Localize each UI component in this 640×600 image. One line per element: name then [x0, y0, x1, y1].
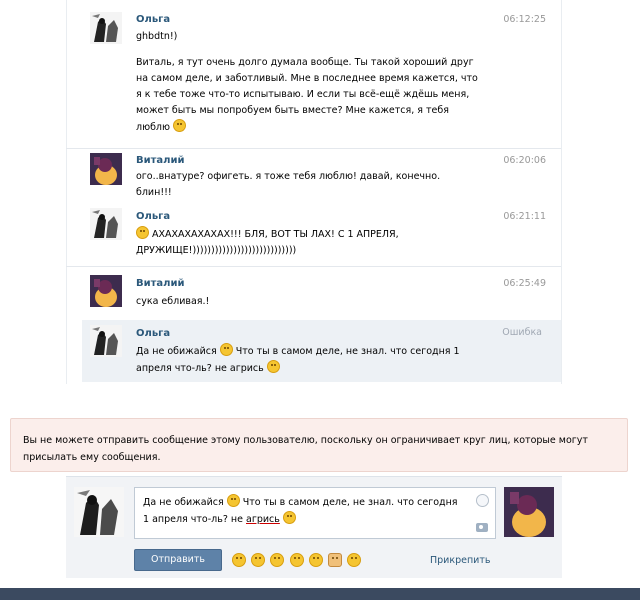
message-line: Что ты в самом деле, не знал. что сегодн… — [235, 346, 460, 357]
message-item: Ольга 06:12:25 ghbdtn!) Виталь, я тут оч… — [66, 0, 562, 148]
grin-emoji-icon[interactable] — [308, 553, 323, 567]
my-avatar[interactable] — [74, 487, 124, 537]
message-line: я к тебе тоже что-то испытываю. И если т… — [136, 89, 470, 100]
message-line: АХАХАХАХАХАХ!!! БЛЯ, ВОТ ТЫ ЛАХ! С 1 АПР… — [152, 229, 399, 240]
kiss-emoji-icon[interactable] — [347, 553, 362, 567]
compose-area: Да не обижайся Что ты в самом деле, не з… — [66, 476, 562, 578]
blush-emoji-icon — [173, 119, 187, 132]
laugh-emoji-icon — [136, 226, 149, 239]
author-name[interactable]: Виталий — [136, 155, 185, 166]
bottom-bar — [0, 588, 640, 600]
send-button[interactable]: Отправить — [134, 549, 222, 571]
message-time: 06:21:11 — [503, 211, 546, 222]
draft-text: Да не обижайся — [143, 497, 224, 508]
avatar-vitaly[interactable] — [90, 153, 122, 185]
message-line: Да не обижайся — [136, 346, 217, 357]
smile-emoji-icon — [219, 343, 233, 356]
smile-emoji-icon[interactable] — [232, 553, 246, 567]
quick-emoji-bar — [232, 553, 363, 569]
smiley-picker-icon[interactable] — [476, 494, 489, 507]
sad-emoji-icon[interactable] — [251, 553, 266, 567]
avatar-olga[interactable] — [90, 325, 122, 357]
message-line: может быть мы попробуем быть вместе? Мне… — [136, 105, 449, 116]
message-line: Виталь, я тут очень долго думала вообще.… — [136, 57, 474, 68]
message-thread: Ольга 06:12:25 ghbdtn!) Виталь, я тут оч… — [66, 0, 562, 384]
avatar-olga[interactable] — [90, 12, 122, 44]
send-restriction-notice: Вы не можете отправить сообщение этому п… — [10, 418, 628, 472]
smile-emoji-icon — [226, 494, 240, 507]
message-line: апреля что-ль? не агрись — [136, 363, 264, 374]
message-text: ого..внатуре? офигеть. я тоже тебя люблю… — [136, 169, 496, 201]
draft-text: Что ты в самом деле, не знал. что сегодн… — [242, 497, 458, 508]
author-name[interactable]: Виталий — [136, 278, 185, 289]
message-text: сука ебливая.! — [136, 294, 496, 310]
message-item: Виталий 06:25:49 сука ебливая.! — [66, 266, 562, 318]
message-time: 06:25:49 — [503, 278, 546, 289]
camera-icon[interactable] — [476, 523, 488, 532]
message-line: блин!!! — [136, 187, 172, 198]
author-name[interactable]: Ольга — [136, 211, 170, 222]
attach-link[interactable]: Прикрепить — [430, 555, 490, 566]
message-text: Да не обижайся Что ты в самом деле, не з… — [136, 343, 496, 377]
message-item: Ольга 06:21:11 АХАХАХАХАХАХ!!! БЛЯ, ВОТ … — [66, 204, 562, 266]
message-error-status: Ошибка — [502, 327, 542, 338]
message-line: ghbdtn!) — [136, 31, 178, 42]
message-line: на самом деле, и заботливый. Мне в после… — [136, 73, 478, 84]
avatar-olga[interactable] — [90, 208, 122, 240]
neutral-emoji-icon[interactable] — [289, 553, 304, 567]
message-input[interactable]: Да не обижайся Что ты в самом деле, не з… — [134, 487, 496, 539]
smile-emoji-icon — [282, 511, 296, 524]
smile-emoji-icon — [266, 360, 280, 373]
thumbs-up-icon[interactable] — [327, 553, 342, 567]
message-item-failed: Ольга Ошибка Да не обижайся Что ты в сам… — [82, 320, 562, 382]
message-line: люблю — [136, 122, 170, 133]
message-time: 06:12:25 — [503, 14, 546, 25]
author-name[interactable]: Ольга — [136, 14, 170, 25]
notice-text: Вы не можете отправить сообщение этому п… — [23, 435, 588, 463]
message-line: сука ебливая.! — [136, 296, 210, 307]
laugh-emoji-icon[interactable] — [270, 553, 285, 567]
message-text: ghbdtn!) Виталь, я тут очень долго думал… — [136, 29, 496, 136]
draft-text: 1 апреля что-ль? не — [143, 514, 243, 525]
message-line: ДРУЖИЩЕ!)))))))))))))))))))))))))))) — [136, 245, 297, 256]
message-text: АХАХАХАХАХАХ!!! БЛЯ, ВОТ ТЫ ЛАХ! С 1 АПР… — [136, 226, 496, 259]
message-time: 06:20:06 — [503, 155, 546, 166]
draft-text-misspelled: агрись — [246, 514, 280, 525]
message-item: Виталий 06:20:06 ого..внатуре? офигеть. … — [66, 148, 562, 204]
message-line: ого..внатуре? офигеть. я тоже тебя люблю… — [136, 171, 441, 182]
peer-avatar[interactable] — [504, 487, 554, 537]
author-name[interactable]: Ольга — [136, 328, 170, 339]
avatar-vitaly[interactable] — [90, 275, 122, 307]
